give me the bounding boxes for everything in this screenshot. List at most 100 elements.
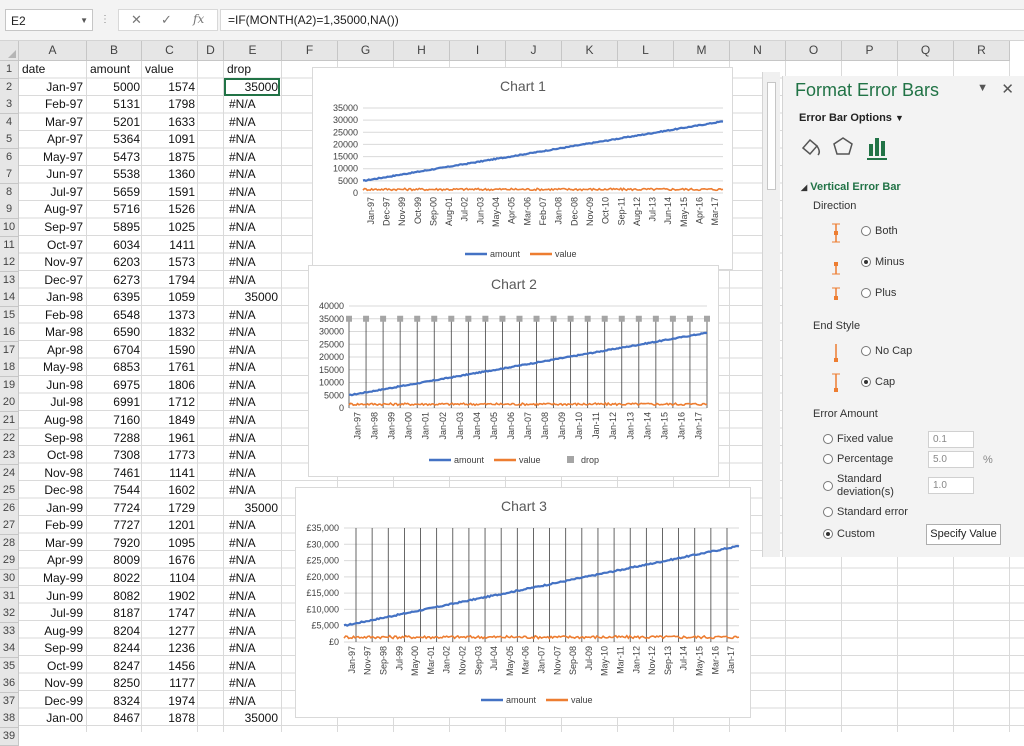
table-cell[interactable]: 6590 [87,324,140,341]
table-cell[interactable]: 1573 [142,254,195,271]
column-header-k[interactable]: K [562,41,618,61]
table-cell[interactable]: 1761 [142,359,195,376]
table-cell[interactable]: Dec-97 [19,272,83,289]
table-cell[interactable]: Apr-99 [19,552,83,569]
row-header[interactable]: 18 [0,359,19,378]
table-cell[interactable]: #N/A [226,640,283,657]
chart-2[interactable]: Chart 2 0 5000 10000 15000 20000 25000 30000 350… [308,265,719,477]
row-header[interactable]: 11 [0,236,19,255]
table-cell[interactable]: 1806 [142,377,195,394]
table-cell[interactable]: 7727 [87,517,140,534]
table-cell[interactable]: #N/A [226,219,283,236]
table-cell[interactable]: 6704 [87,342,140,359]
row-header[interactable]: 25 [0,482,19,501]
drag-handle-icon[interactable]: ⋮ [100,14,110,25]
table-cell[interactable]: 7461 [87,465,140,482]
row-header[interactable]: 33 [0,622,19,641]
table-cell[interactable]: 7920 [87,535,140,552]
row-header[interactable]: 8 [0,183,19,202]
table-cell[interactable]: 35000 [224,710,278,727]
row-header[interactable]: 9 [0,201,19,220]
table-cell[interactable]: 7308 [87,447,140,464]
column-header-q[interactable]: Q [898,41,954,61]
table-cell[interactable]: Aug-98 [19,412,83,429]
table-cell[interactable]: 35000 [224,500,278,517]
table-cell[interactable]: Feb-98 [19,307,83,324]
row-header[interactable]: 35 [0,657,19,676]
row-header[interactable]: 36 [0,675,19,694]
fixed-value-input[interactable]: 0.1 [928,431,974,448]
table-cell[interactable]: May-98 [19,359,83,376]
table-cell[interactable]: 1236 [142,640,195,657]
table-cell[interactable]: Jun-99 [19,588,83,605]
table-cell[interactable]: 6853 [87,359,140,376]
table-cell[interactable]: 35000 [224,289,278,306]
table-cell[interactable]: 1961 [142,430,195,447]
row-header[interactable]: 24 [0,464,19,483]
error-bar-options-dropdown[interactable]: Error Bar Options ▼ [799,112,904,124]
column-header-j[interactable]: J [506,41,562,61]
table-cell[interactable]: 1590 [142,342,195,359]
table-cell[interactable]: 7160 [87,412,140,429]
fill-line-icon[interactable] [801,138,821,156]
column-header-r[interactable]: R [954,41,1010,61]
row-header[interactable]: 15 [0,306,19,325]
table-cell[interactable]: 1059 [142,289,195,306]
table-cell[interactable]: 1526 [142,201,195,218]
specify-value-button[interactable]: Specify Value [926,524,1001,545]
table-cell[interactable]: 1373 [142,307,195,324]
table-cell[interactable]: 5895 [87,219,140,236]
row-header[interactable]: 5 [0,131,19,150]
table-cell[interactable]: 1798 [142,96,195,113]
row-header[interactable]: 23 [0,447,19,466]
column-header-c[interactable]: C [142,41,198,61]
percentage-input[interactable]: 5.0 [928,451,974,468]
table-cell[interactable]: 1602 [142,482,195,499]
row-header[interactable]: 32 [0,605,19,624]
table-cell[interactable]: #N/A [226,237,283,254]
table-cell[interactable]: 1095 [142,535,195,552]
table-cell[interactable]: Sep-98 [19,430,83,447]
radio-no-cap[interactable] [861,346,871,356]
row-header[interactable]: 4 [0,113,19,132]
table-cell[interactable]: 8022 [87,570,140,587]
table-cell[interactable]: 7288 [87,430,140,447]
table-cell[interactable]: 1360 [142,166,195,183]
table-cell[interactable]: #N/A [226,623,283,640]
table-cell[interactable]: 6395 [87,289,140,306]
name-box[interactable]: E2 ▼ [5,9,93,31]
table-cell[interactable]: Sep-97 [19,219,83,236]
table-cell[interactable]: Mar-99 [19,535,83,552]
pane-scrollbar[interactable] [762,72,780,557]
table-cell[interactable]: Nov-97 [19,254,83,271]
table-cell[interactable]: 5659 [87,184,140,201]
header-drop[interactable]: drop [224,61,280,78]
row-header[interactable]: 21 [0,412,19,430]
scroll-thumb[interactable] [767,82,776,190]
table-cell[interactable]: Oct-98 [19,447,83,464]
table-cell[interactable]: Feb-97 [19,96,83,113]
table-cell[interactable]: #N/A [226,552,283,569]
table-cell[interactable]: Nov-99 [19,675,83,692]
table-cell[interactable]: 6203 [87,254,140,271]
table-cell[interactable]: 1091 [142,131,195,148]
table-cell[interactable]: #N/A [226,588,283,605]
table-cell[interactable]: Jul-97 [19,184,83,201]
header-amount[interactable]: amount [87,61,143,78]
row-header[interactable]: 38 [0,710,19,729]
table-cell[interactable]: #N/A [226,149,283,166]
table-cell[interactable]: 8244 [87,640,140,657]
table-cell[interactable]: Apr-98 [19,342,83,359]
column-header-p[interactable]: P [842,41,898,61]
radio-standard-error[interactable] [823,507,833,517]
table-cell[interactable]: 1747 [142,605,195,622]
table-cell[interactable]: #N/A [226,96,283,113]
column-header-i[interactable]: I [450,41,506,61]
table-cell[interactable]: 6548 [87,307,140,324]
table-cell[interactable]: 8187 [87,605,140,622]
row-header[interactable]: 1 [0,61,19,79]
column-header-d[interactable]: D [198,41,224,61]
column-header-o[interactable]: O [786,41,842,61]
table-cell[interactable]: 1591 [142,184,195,201]
row-header[interactable]: 27 [0,517,19,536]
